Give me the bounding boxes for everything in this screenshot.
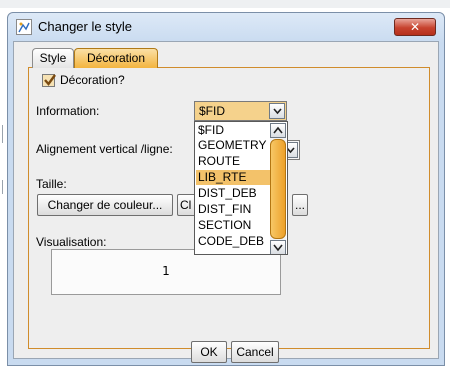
decoration-checkbox[interactable] xyxy=(42,74,56,87)
list-item[interactable]: $FID xyxy=(196,123,270,138)
visualisation-label: Visualisation: xyxy=(36,235,107,249)
close-button[interactable]: ✕ xyxy=(394,18,436,36)
scrollbar[interactable] xyxy=(270,123,286,254)
cancel-button[interactable]: Cancel xyxy=(231,341,279,363)
dialog-title: Changer le style xyxy=(38,19,132,34)
information-select[interactable]: $FID xyxy=(194,101,287,121)
list-item[interactable]: DIST_DEB xyxy=(196,186,270,201)
list-item[interactable]: SECTION xyxy=(196,218,270,233)
checkmark-icon xyxy=(44,74,56,86)
list-item[interactable]: CODE_DEB xyxy=(196,234,270,249)
list-item[interactable]: GEOMETRY xyxy=(196,138,270,153)
decoration-checkbox-label: Décoration? xyxy=(60,73,125,87)
app-icon xyxy=(16,19,32,35)
tab-decoration[interactable]: Décoration xyxy=(74,48,158,68)
list-item[interactable]: DIST_FIN xyxy=(196,202,270,217)
information-label: Information: xyxy=(36,104,100,118)
alignment-label: Alignement vertical /ligne: xyxy=(36,142,173,156)
scroll-up-button[interactable] xyxy=(270,123,286,138)
visualisation-preview: 1 xyxy=(51,249,281,295)
dialog-window: Changer le style ✕ Style Décoration Déco… xyxy=(7,12,445,366)
chevron-up-icon xyxy=(273,126,283,134)
change-color-button[interactable]: Changer de couleur... xyxy=(37,194,173,216)
visualisation-value: 1 xyxy=(162,264,170,278)
title-bar[interactable]: Changer le style ✕ xyxy=(8,13,444,41)
tab-style[interactable]: Style xyxy=(32,48,74,68)
close-icon: ✕ xyxy=(409,20,421,34)
scrollbar-thumb[interactable] xyxy=(270,139,286,239)
size-label: Taille: xyxy=(36,177,67,191)
information-dropdown-list[interactable]: $FID GEOMETRY ROUTE LIB_RTE DIST_DEB DIS… xyxy=(194,121,288,255)
list-item[interactable]: ROUTE xyxy=(196,154,270,169)
information-select-value: $FID xyxy=(199,104,226,118)
chevron-down-icon xyxy=(273,244,283,252)
chevron-down-icon[interactable] xyxy=(269,103,285,119)
list-item-selected[interactable]: LIB_RTE xyxy=(196,170,270,185)
background-app xyxy=(0,0,450,8)
ok-button[interactable]: OK xyxy=(191,341,227,363)
scroll-down-button[interactable] xyxy=(270,240,286,254)
more-button[interactable]: ... xyxy=(292,194,308,216)
